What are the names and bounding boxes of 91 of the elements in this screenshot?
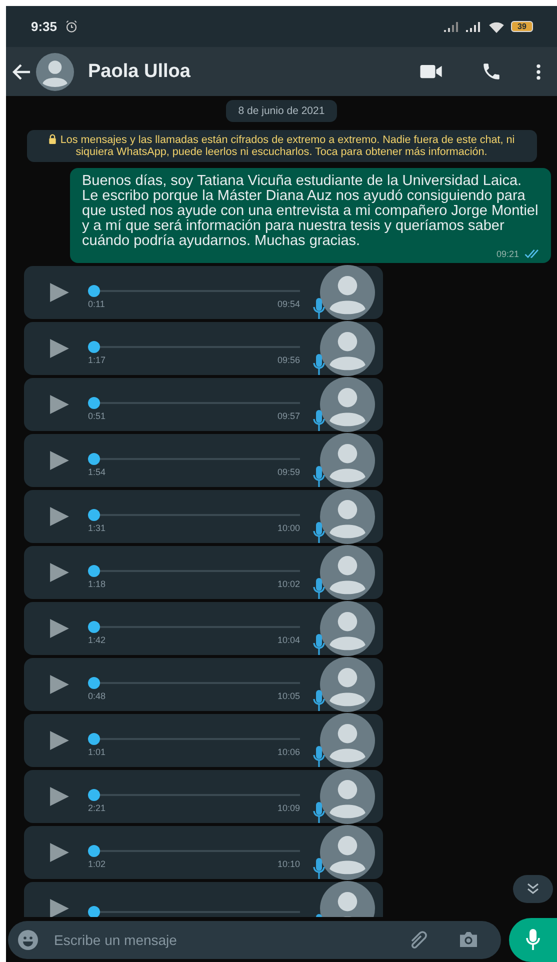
microphone-icon xyxy=(313,466,325,488)
avatar-icon xyxy=(320,433,375,488)
play-icon[interactable] xyxy=(49,450,70,471)
contact-name[interactable]: Paola Ulloa xyxy=(88,60,190,82)
avatar-icon xyxy=(320,601,375,656)
audio-progress-thumb[interactable] xyxy=(88,620,100,632)
play-icon[interactable] xyxy=(49,786,70,807)
status-time: 9:35 xyxy=(31,19,58,34)
play-icon[interactable] xyxy=(49,562,70,583)
phone-icon[interactable] xyxy=(481,61,502,82)
audio-progress-thumb[interactable] xyxy=(88,452,100,464)
message-time: 10:05 xyxy=(277,690,300,700)
audio-progress-thumb[interactable] xyxy=(88,508,100,520)
signal-icon xyxy=(466,22,482,32)
alarm-icon xyxy=(65,20,78,33)
voice-duration: 2:21 xyxy=(88,802,106,812)
message-time: 09:56 xyxy=(277,354,300,364)
message-time: 10:09 xyxy=(277,802,300,812)
play-icon[interactable] xyxy=(49,394,70,415)
scroll-down-icon[interactable] xyxy=(513,875,553,903)
voice-duration: 0:51 xyxy=(88,410,106,420)
voice-duration: 1:42 xyxy=(88,634,106,644)
play-icon[interactable] xyxy=(49,338,70,359)
avatar-icon xyxy=(320,769,375,824)
audio-progress-thumb[interactable] xyxy=(88,788,100,800)
audio-progress-thumb[interactable] xyxy=(88,340,100,352)
audio-progress-thumb[interactable] xyxy=(88,284,100,296)
message-input-field[interactable]: Escribe un mensaje xyxy=(52,930,394,948)
avatar-icon xyxy=(320,377,375,432)
lock-icon xyxy=(48,134,58,144)
voice-duration: 1:02 xyxy=(88,858,106,868)
audio-progress-thumb[interactable] xyxy=(88,676,100,688)
message-time: 09:59 xyxy=(277,466,300,476)
message-composer[interactable]: Escribe un mensaje xyxy=(8,920,501,958)
back-icon[interactable] xyxy=(12,62,32,82)
message-time: 09:57 xyxy=(277,410,300,420)
voice-duration: 1:01 xyxy=(88,746,106,756)
encryption-notice[interactable]: Los mensajes y las llamadas están cifrados de extremo a extremo. Nadie fuera de este chat, ni siquiera WhatsApp, puede leerlos ni escucharlos. Toca para obtener más información. xyxy=(26,130,536,162)
play-icon[interactable] xyxy=(49,730,70,751)
audio-progress-thumb[interactable] xyxy=(88,906,100,917)
audio-progress-thumb[interactable] xyxy=(88,732,100,744)
message-time: 09:21 xyxy=(496,249,519,259)
avatar-icon xyxy=(320,321,375,376)
message-time: 10:04 xyxy=(277,634,300,644)
play-icon[interactable] xyxy=(49,506,70,527)
avatar-icon xyxy=(320,713,375,768)
microphone-icon xyxy=(313,298,325,320)
message-text: Buenos días, soy Tatiana Vicuña estudiante de la Universidad Laica. Le escribo porque la Máster Diana Auz nos ayudó consiguiendo para que usted nos ayude con una entrevista a mi compañero Jorge Montiel y a mí que será información para nuestra tesis y queríamos saber cuándo podría ayudarnos. Muchas gracias. xyxy=(82,174,540,249)
wifi-icon xyxy=(488,20,505,32)
message-time: 10:10 xyxy=(277,858,300,868)
microphone-icon xyxy=(526,928,540,950)
avatar-icon xyxy=(320,545,375,600)
message-time: 10:00 xyxy=(277,522,300,532)
play-icon[interactable] xyxy=(49,282,70,303)
voice-duration: 1:17 xyxy=(88,354,106,364)
voice-duration: 1:18 xyxy=(88,578,106,588)
play-icon[interactable] xyxy=(49,898,70,917)
microphone-icon xyxy=(313,802,325,824)
microphone-icon xyxy=(313,354,325,376)
voice-duration: 0:11 xyxy=(88,298,105,308)
microphone-icon xyxy=(313,690,325,712)
avatar-icon xyxy=(320,265,375,320)
play-icon[interactable] xyxy=(49,618,70,639)
message-time: 09:54 xyxy=(277,298,300,308)
voice-duration: 1:31 xyxy=(88,522,106,532)
microphone-icon xyxy=(313,410,325,432)
audio-progress-thumb[interactable] xyxy=(88,564,100,576)
microphone-icon xyxy=(313,522,325,544)
date-divider: 8 de junio de 2021 xyxy=(226,100,337,122)
play-icon[interactable] xyxy=(49,674,70,695)
camera-icon[interactable] xyxy=(458,931,479,948)
battery-level: 39 xyxy=(518,22,526,30)
microphone-icon xyxy=(313,578,325,600)
more-options-icon[interactable] xyxy=(536,62,541,80)
avatar-icon[interactable] xyxy=(36,52,74,90)
play-icon[interactable] xyxy=(49,842,70,863)
message-time: 10:06 xyxy=(277,746,300,756)
microphone-icon xyxy=(313,858,325,880)
audio-progress-thumb[interactable] xyxy=(88,396,100,408)
voice-record-button[interactable] xyxy=(509,918,557,962)
avatar-icon xyxy=(320,657,375,712)
message-time: 10:02 xyxy=(277,578,300,588)
signal-icon xyxy=(444,22,460,32)
video-call-icon[interactable] xyxy=(420,64,443,79)
avatar-icon xyxy=(320,489,375,544)
microphone-icon xyxy=(313,746,325,768)
emoji-icon[interactable] xyxy=(18,930,38,950)
microphone-icon xyxy=(313,634,325,656)
audio-progress-thumb[interactable] xyxy=(88,844,100,856)
voice-duration: 1:54 xyxy=(88,466,106,476)
voice-duration: 0:48 xyxy=(88,690,106,700)
